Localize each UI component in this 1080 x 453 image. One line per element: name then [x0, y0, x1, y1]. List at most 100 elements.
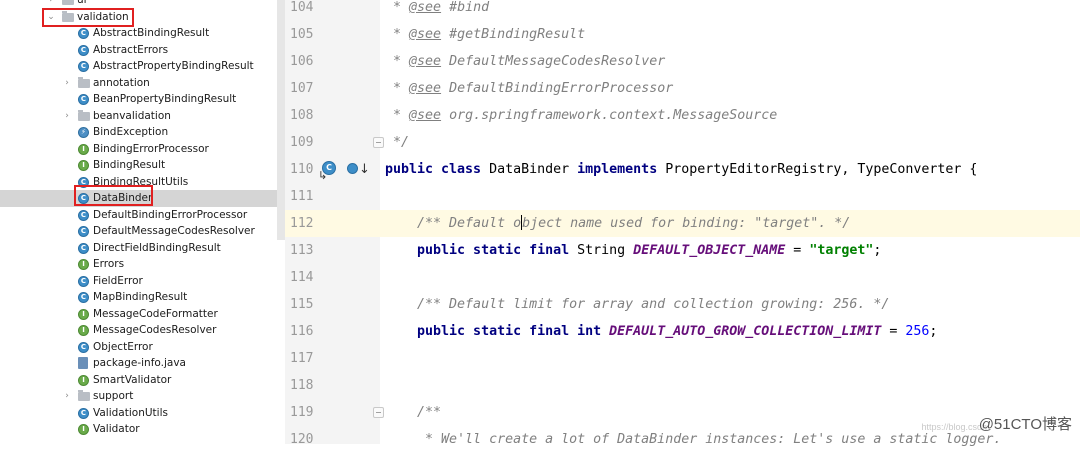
chevron-right-icon[interactable]: ›	[62, 388, 72, 405]
line-number: 107	[290, 81, 314, 96]
tree-item-abstractbindingresult[interactable]: C AbstractBindingResult	[0, 25, 285, 42]
code-line: * @see #bind	[385, 0, 489, 21]
tree-item-label: Errors	[93, 258, 125, 270]
implemented-arrow-icon[interactable]: ↓	[359, 162, 370, 177]
tree-item-messagecodeformatter[interactable]: I MessageCodeFormatter	[0, 306, 285, 323]
exception-class-icon: ⚡	[78, 127, 89, 138]
package-folder-icon	[78, 76, 90, 88]
tree-item-label: MapBindingResult	[93, 291, 188, 303]
watermark-url: https://blog.csdn	[921, 422, 987, 432]
interface-icon: I	[78, 424, 89, 435]
tree-item-label: annotation	[93, 76, 150, 89]
tree-item-abstractpropertybindingresult[interactable]: C AbstractPropertyBindingResult	[0, 58, 285, 75]
tree-item-label: MessageCodesResolver	[93, 324, 217, 336]
tree-item-abstracterrors[interactable]: C AbstractErrors	[0, 42, 285, 59]
line-number: 119	[290, 405, 314, 420]
tree-item-label: BeanPropertyBindingResult	[93, 93, 237, 105]
code-token: *	[385, 81, 410, 96]
code-token: *	[385, 27, 410, 42]
code-token: DefaultMessageCodesResolver	[441, 54, 666, 69]
code-token: @see	[409, 108, 442, 123]
line-number: 105	[290, 27, 314, 42]
line-number: 111	[290, 189, 314, 204]
fold-marker-icon[interactable]	[373, 137, 384, 148]
tree-item-fielderror[interactable]: C FieldError	[0, 273, 285, 290]
tree-item-label: DefaultBindingErrorProcessor	[93, 208, 248, 221]
tree-item-defaultmessagecodesresolver[interactable]: C DefaultMessageCodesResolver	[0, 223, 285, 240]
tree-item-bindingerrorprocessor[interactable]: I BindingErrorProcessor	[0, 141, 285, 158]
chevron-right-icon[interactable]: ›	[62, 108, 72, 125]
code-token: implements	[577, 162, 666, 177]
line-number: 117	[290, 351, 314, 366]
tree-scrollbar[interactable]	[277, 0, 285, 240]
code-token: org.springframework.context.MessageSourc…	[441, 108, 778, 123]
class-icon: C	[78, 94, 89, 105]
code-line: public static final int DEFAULT_AUTO_GRO…	[385, 318, 937, 345]
code-line: * We'll create a lot of DataBinder insta…	[385, 426, 1001, 453]
interface-icon: I	[78, 160, 89, 171]
code-token: public static final	[385, 243, 578, 258]
interface-icon: I	[78, 374, 89, 386]
tree-item-label: AbstractBindingResult	[93, 27, 210, 39]
class-icon: C	[78, 28, 89, 39]
tree-item-package-info-java[interactable]: package-info.java	[0, 355, 285, 372]
code-token: @see	[409, 27, 442, 42]
code-token: ;	[929, 324, 938, 339]
class-icon: C	[78, 275, 89, 287]
tree-item-validator[interactable]: I Validator	[0, 421, 285, 438]
chevron-right-icon[interactable]: ›	[62, 75, 72, 92]
code-line: public class DataBinder implements Prope…	[385, 156, 977, 183]
tree-item-bindingresult[interactable]: I BindingResult	[0, 157, 285, 174]
package-folder-icon	[62, 0, 74, 5]
code-token: *	[385, 0, 410, 15]
tree-item-validationutils[interactable]: C ValidationUtils	[0, 405, 285, 422]
code-token: DEFAULT_AUTO_GROW_COLLECTION_LIMIT	[609, 324, 882, 339]
tree-item-beanvalidation[interactable]: › beanvalidation	[0, 108, 285, 125]
tree-item-smartvalidator[interactable]: I SmartValidator	[0, 372, 285, 389]
tree-item-label: support	[93, 390, 134, 402]
tree-item-label: MessageCodeFormatter	[93, 307, 218, 320]
tree-item-label: DefaultMessageCodesResolver	[93, 225, 255, 237]
subclass-arrow-icon[interactable]: ↳	[318, 169, 327, 182]
code-token: @see	[409, 0, 442, 15]
interface-icon: I	[78, 143, 89, 155]
implements-gutter-icon[interactable]	[347, 163, 358, 174]
tree-item-objecterror[interactable]: C ObjectError	[0, 339, 285, 356]
tree-item-label: beanvalidation	[93, 109, 171, 122]
code-token: *	[385, 54, 410, 69]
code-token: =	[785, 243, 810, 258]
line-number: 113	[290, 243, 314, 258]
code-token: PropertyEditorRegistry, TypeConverter {	[665, 162, 978, 177]
line-number: 118	[290, 378, 314, 393]
code-line: */	[385, 129, 409, 156]
class-icon: C	[78, 61, 89, 72]
interface-icon: I	[78, 325, 89, 336]
class-icon: C	[78, 242, 89, 254]
class-icon: C	[78, 226, 89, 237]
line-number: 106	[290, 54, 314, 69]
code-token: bject name used for binding: "target". *…	[522, 216, 851, 231]
tree-item-label: BindingErrorProcessor	[93, 142, 209, 155]
tree-item-defaultbindingerrorprocessor[interactable]: C DefaultBindingErrorProcessor	[0, 207, 285, 224]
code-token: public static final int	[385, 324, 610, 339]
tree-item-beanpropertybindingresult[interactable]: C BeanPropertyBindingResult	[0, 91, 285, 108]
tree-item-support[interactable]: › support	[0, 388, 285, 405]
tree-item-annotation[interactable]: › annotation	[0, 75, 285, 92]
code-token: String	[577, 243, 634, 258]
package-folder-icon	[78, 109, 90, 121]
interface-icon: I	[78, 308, 89, 320]
tree-item-messagecodesresolver[interactable]: I MessageCodesResolver	[0, 322, 285, 339]
tree-item-directfieldbindingresult[interactable]: C DirectFieldBindingResult	[0, 240, 285, 257]
java-file-icon	[78, 357, 88, 369]
tree-item-label: SmartValidator	[93, 373, 172, 386]
line-number: 109	[290, 135, 314, 150]
code-token: /** Default o	[385, 216, 522, 231]
code-line: /**	[385, 399, 441, 426]
tree-item-bindexception[interactable]: ⚡ BindException	[0, 124, 285, 141]
tree-item-errors[interactable]: I Errors	[0, 256, 285, 273]
tree-item-label: package-info.java	[93, 357, 186, 369]
highlight-box-databinder	[74, 185, 153, 206]
tree-item-mapbindingresult[interactable]: C MapBindingResult	[0, 289, 285, 306]
tree-item-label: ObjectError	[93, 340, 153, 353]
fold-marker-icon[interactable]	[373, 407, 384, 418]
